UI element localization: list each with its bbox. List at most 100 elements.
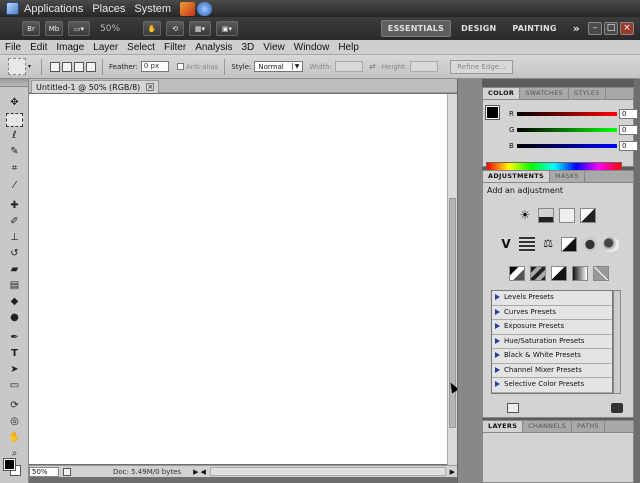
blue-channel-value[interactable]: 0: [619, 141, 638, 151]
thunderbird-launcher-icon[interactable]: [197, 1, 213, 16]
list-item[interactable]: Exposure Presets: [492, 320, 612, 335]
menu-3d[interactable]: 3D: [241, 42, 254, 53]
3d-rotate-tool-icon[interactable]: ⟳: [6, 399, 23, 413]
hand-tool-icon[interactable]: ✋: [6, 431, 23, 445]
vertical-scrollbar[interactable]: [447, 94, 457, 466]
tab-color[interactable]: COLOR: [483, 88, 521, 99]
menu-select[interactable]: Select: [127, 42, 155, 53]
close-window-button[interactable]: ×: [620, 22, 634, 35]
blur-tool-icon[interactable]: ◆: [6, 295, 23, 309]
photo-filter-icon[interactable]: [582, 237, 598, 252]
anti-alias-checkbox[interactable]: [176, 63, 184, 70]
dodge-tool-icon[interactable]: ●: [6, 311, 23, 325]
style-select[interactable]: Normal ▼: [254, 61, 304, 72]
tool-preset-picker[interactable]: [8, 58, 26, 75]
clip-to-layer-icon[interactable]: [507, 403, 519, 413]
delete-adjustment-icon[interactable]: [611, 403, 623, 413]
tab-paths[interactable]: PATHS: [572, 421, 605, 432]
red-channel-slider[interactable]: [517, 112, 617, 116]
document-tab[interactable]: Untitled-1 @ 50% (RGB/8) ×: [31, 80, 160, 93]
tab-channels[interactable]: CHANNELS: [523, 421, 573, 432]
3d-orbit-tool-icon[interactable]: ◎: [6, 415, 23, 429]
threshold-icon[interactable]: [551, 266, 567, 281]
menu-edit[interactable]: Edit: [30, 42, 47, 53]
hand-tool-icon[interactable]: ✋: [143, 21, 161, 36]
levels-icon[interactable]: [538, 208, 554, 223]
applications-icon[interactable]: [6, 2, 19, 15]
system-menu[interactable]: System: [134, 3, 171, 15]
posterize-icon[interactable]: [530, 266, 546, 281]
scroll-left-icon[interactable]: ◀: [200, 468, 205, 476]
foreground-color-swatch[interactable]: [3, 458, 16, 471]
lasso-tool-icon[interactable]: ℓ: [6, 129, 23, 143]
workspace-essentials[interactable]: ESSENTIALS: [380, 20, 452, 37]
tab-masks[interactable]: MASKS: [550, 171, 586, 182]
zoom-level-dropdown[interactable]: 50%: [100, 24, 138, 34]
marquee-tool-icon[interactable]: [6, 113, 23, 127]
document-canvas[interactable]: [29, 94, 447, 464]
healing-brush-tool-icon[interactable]: ✚: [6, 199, 23, 213]
horizontal-scrollbar[interactable]: [209, 467, 446, 476]
black-white-icon[interactable]: [561, 237, 577, 252]
maximize-button[interactable]: □: [604, 22, 618, 35]
brightness-contrast-icon[interactable]: ☀: [517, 208, 533, 223]
refine-edge-button[interactable]: Refine Edge...: [450, 59, 513, 74]
red-channel-value[interactable]: 0: [619, 109, 638, 119]
menu-view[interactable]: View: [263, 42, 285, 53]
new-selection-icon[interactable]: [50, 61, 61, 72]
menu-analysis[interactable]: Analysis: [195, 42, 232, 53]
zoom-field-icon[interactable]: [63, 467, 71, 476]
bridge-button[interactable]: Br: [22, 21, 40, 36]
menu-layer[interactable]: Layer: [93, 42, 118, 53]
status-menu-arrow-icon[interactable]: ▶: [193, 468, 198, 476]
tab-layers[interactable]: LAYERS: [483, 421, 524, 432]
applications-menu[interactable]: Applications: [24, 3, 83, 15]
eraser-tool-icon[interactable]: ▰: [6, 263, 23, 277]
scrollbar-thumb[interactable]: [449, 198, 456, 428]
firefox-launcher-icon[interactable]: [180, 1, 196, 16]
workspace-design[interactable]: DESIGN: [455, 20, 502, 37]
green-channel-value[interactable]: 0: [619, 125, 638, 135]
type-tool-icon[interactable]: T: [6, 347, 23, 361]
presets-scrollbar[interactable]: [613, 290, 621, 394]
add-to-selection-icon[interactable]: [62, 61, 73, 72]
exposure-icon[interactable]: [580, 208, 596, 223]
clone-stamp-tool-icon[interactable]: ⊥: [6, 231, 23, 245]
feather-input[interactable]: 0 px: [140, 61, 169, 72]
subtract-from-selection-icon[interactable]: [74, 61, 85, 72]
blue-channel-slider[interactable]: [517, 144, 617, 148]
close-document-icon[interactable]: ×: [146, 83, 155, 91]
path-selection-tool-icon[interactable]: ➤: [6, 363, 23, 377]
gradient-tool-icon[interactable]: ▤: [6, 279, 23, 293]
list-item[interactable]: Hue/Saturation Presets: [492, 335, 612, 349]
scroll-right-icon[interactable]: ▶: [450, 468, 455, 476]
menu-file[interactable]: File: [5, 42, 21, 53]
panel-foreground-swatch[interactable]: [485, 105, 500, 120]
view-extras-button[interactable]: ▭▾: [68, 21, 90, 36]
vibrance-icon[interactable]: V: [498, 237, 514, 252]
selective-color-icon[interactable]: [593, 266, 609, 281]
tool-preset-arrow-icon[interactable]: ▾: [28, 63, 31, 70]
menu-image[interactable]: Image: [56, 42, 84, 53]
places-menu[interactable]: Places: [92, 3, 125, 15]
workspace-overflow-button[interactable]: »: [567, 20, 586, 37]
channel-mixer-icon[interactable]: [603, 237, 619, 252]
workspace-painting[interactable]: PAINTING: [506, 20, 562, 37]
intersect-selection-icon[interactable]: [86, 61, 97, 72]
arrange-documents-button[interactable]: ▦▾: [189, 21, 211, 36]
swap-dimensions-icon[interactable]: ⇄: [369, 62, 376, 71]
menu-window[interactable]: Window: [294, 42, 330, 53]
curves-icon[interactable]: [559, 208, 575, 223]
tab-adjustments[interactable]: ADJUSTMENTS: [483, 171, 551, 182]
color-balance-icon[interactable]: ⚖: [540, 237, 556, 252]
green-channel-slider[interactable]: [517, 128, 617, 132]
history-brush-tool-icon[interactable]: ↺: [6, 247, 23, 261]
list-item[interactable]: Curves Presets: [492, 306, 612, 320]
move-tool-icon[interactable]: ✥: [6, 96, 23, 110]
quick-selection-tool-icon[interactable]: ✎: [6, 145, 23, 159]
minimize-button[interactable]: –: [588, 22, 602, 35]
tab-styles[interactable]: STYLES: [569, 88, 606, 99]
eyedropper-tool-icon[interactable]: ⁄: [6, 179, 23, 193]
hue-saturation-icon[interactable]: [519, 237, 535, 252]
screen-mode-button[interactable]: ▣▾: [216, 21, 238, 36]
